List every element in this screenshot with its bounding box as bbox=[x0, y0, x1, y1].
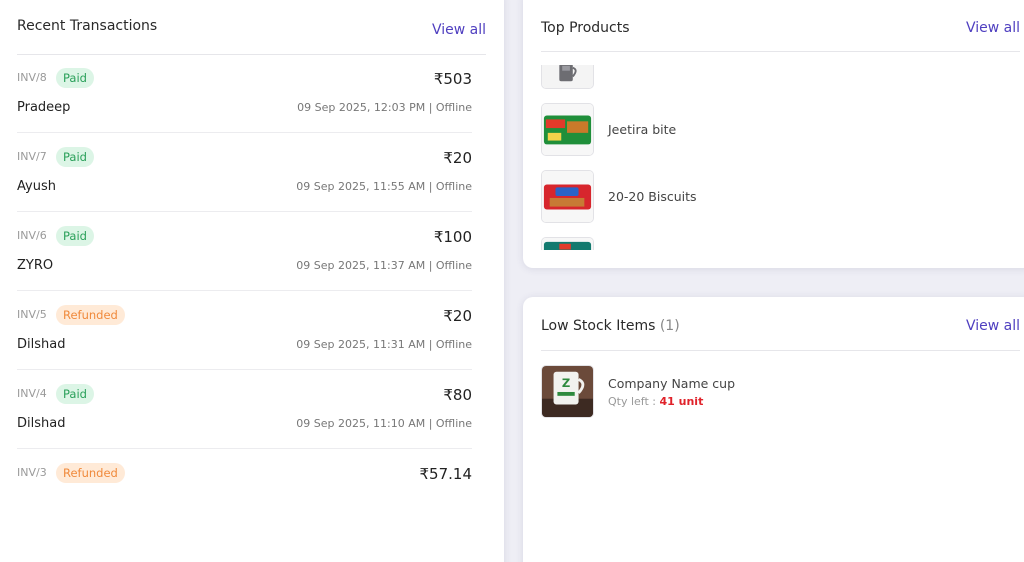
status-badge: Refunded bbox=[56, 305, 125, 325]
low-stock-item-name: Company Name cup bbox=[608, 375, 736, 391]
transactions-header: Recent Transactions View all bbox=[0, 15, 504, 38]
low-stock-qty: Qty left : 41 unit bbox=[608, 395, 735, 408]
customer-name: Dilshad bbox=[17, 416, 66, 431]
green-biscuit-pack-thumbnail bbox=[541, 103, 594, 156]
invoice-number: INV/3 bbox=[17, 466, 47, 479]
transaction-amount: ₹80 bbox=[443, 386, 472, 404]
transactions-view-all-link[interactable]: View all bbox=[432, 22, 486, 38]
transactions-list: INV/8 Paid ₹503 Pradeep 09 Sep 2025, 12:… bbox=[17, 54, 472, 528]
invoice-number: INV/8 bbox=[17, 71, 47, 84]
transaction-row[interactable]: INV/4 Paid ₹80 Dilshad 09 Sep 2025, 11:1… bbox=[17, 370, 472, 449]
invoice-number: INV/7 bbox=[17, 150, 47, 163]
transaction-row[interactable]: INV/6 Paid ₹100 ZYRO 09 Sep 2025, 11:37 … bbox=[17, 212, 472, 291]
transaction-meta: 09 Sep 2025, 11:10 AM | Offline bbox=[296, 417, 472, 430]
product-item[interactable] bbox=[541, 65, 1020, 96]
invoice-number: INV/6 bbox=[17, 229, 47, 242]
transaction-meta: 09 Sep 2025, 12:03 PM | Offline bbox=[297, 101, 472, 114]
teal-pack-thumbnail bbox=[541, 237, 594, 250]
transaction-meta: 09 Sep 2025, 11:31 AM | Offline bbox=[296, 338, 472, 351]
status-badge: Paid bbox=[56, 226, 94, 246]
customer-name: Dilshad bbox=[17, 337, 66, 352]
top-products-list: Jeetira bite 20-20 Biscuits bbox=[541, 65, 1020, 250]
status-badge: Paid bbox=[56, 147, 94, 167]
recent-transactions-card: Recent Transactions View all INV/8 Paid … bbox=[0, 0, 504, 562]
transaction-meta: 09 Sep 2025, 11:55 AM | Offline bbox=[296, 180, 472, 193]
top-products-card: Top Products View all Jeetira bite 20-20… bbox=[523, 0, 1024, 268]
qty-value: 41 unit bbox=[659, 394, 704, 408]
top-products-title: Top Products bbox=[541, 20, 630, 36]
top-products-scroll-area[interactable]: Jeetira bite 20-20 Biscuits bbox=[541, 65, 1020, 250]
status-badge: Paid bbox=[56, 384, 94, 404]
low-stock-view-all-link[interactable]: View all bbox=[966, 318, 1020, 334]
svg-text:Z: Z bbox=[562, 376, 570, 390]
status-badge: Refunded bbox=[56, 463, 125, 483]
invoice-number: INV/4 bbox=[17, 387, 47, 400]
cup-thumbnail bbox=[541, 65, 594, 89]
transaction-row[interactable]: INV/3 Refunded ₹57.14 bbox=[17, 449, 472, 528]
transaction-amount: ₹57.14 bbox=[419, 465, 473, 483]
product-item[interactable]: Jeetira bite bbox=[541, 96, 1020, 163]
low-stock-header: Low Stock Items (1) View all bbox=[523, 315, 1024, 337]
customer-name: ZYRO bbox=[17, 258, 54, 273]
transaction-amount: ₹503 bbox=[433, 70, 472, 88]
low-stock-title-text: Low Stock Items bbox=[541, 318, 656, 334]
transaction-amount: ₹100 bbox=[433, 228, 472, 246]
low-stock-card: Low Stock Items (1) View all Z Company N… bbox=[523, 297, 1024, 562]
transaction-row[interactable]: INV/5 Refunded ₹20 Dilshad 09 Sep 2025, … bbox=[17, 291, 472, 370]
product-item[interactable]: 20-20 Biscuits bbox=[541, 163, 1020, 230]
product-name: 20-20 Biscuits bbox=[608, 189, 697, 204]
invoice-number: INV/5 bbox=[17, 308, 47, 321]
transaction-row[interactable]: INV/8 Paid ₹503 Pradeep 09 Sep 2025, 12:… bbox=[17, 54, 472, 133]
transactions-title: Recent Transactions bbox=[17, 18, 158, 34]
top-products-divider bbox=[541, 51, 1020, 52]
transaction-amount: ₹20 bbox=[443, 149, 472, 167]
low-stock-item[interactable]: Z Company Name cup Qty left : 41 unit bbox=[541, 365, 735, 418]
product-name: Jeetira bite bbox=[608, 122, 677, 137]
cup-photo-thumbnail: Z bbox=[541, 365, 594, 418]
customer-name: Ayush bbox=[17, 179, 56, 194]
top-products-view-all-link[interactable]: View all bbox=[966, 20, 1020, 36]
transaction-row[interactable]: INV/7 Paid ₹20 Ayush 09 Sep 2025, 11:55 … bbox=[17, 133, 472, 212]
transaction-meta: 09 Sep 2025, 11:37 AM | Offline bbox=[296, 259, 472, 272]
product-item[interactable] bbox=[541, 230, 1020, 250]
status-badge: Paid bbox=[56, 68, 94, 88]
low-stock-item-info: Company Name cup Qty left : 41 unit bbox=[608, 376, 735, 408]
qty-label: Qty left : bbox=[608, 394, 656, 408]
red-biscuit-pack-thumbnail bbox=[541, 170, 594, 223]
top-products-header: Top Products View all bbox=[523, 17, 1024, 39]
low-stock-count: (1) bbox=[659, 318, 680, 334]
transaction-amount: ₹20 bbox=[443, 307, 472, 325]
low-stock-title: Low Stock Items (1) bbox=[541, 318, 680, 334]
customer-name: Pradeep bbox=[17, 100, 71, 115]
low-stock-divider bbox=[541, 350, 1020, 351]
